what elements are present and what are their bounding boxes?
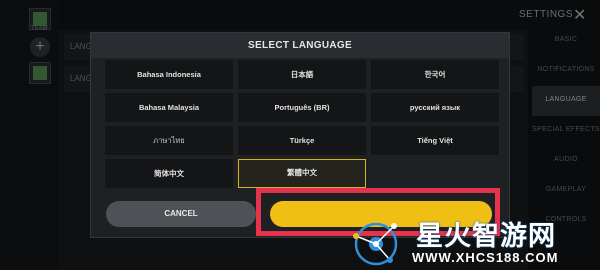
watermark-url: WWW.XHCS188.COM bbox=[412, 250, 559, 265]
language-option[interactable]: Tiếng Việt bbox=[371, 126, 499, 155]
language-option[interactable]: русский язык bbox=[371, 93, 499, 122]
language-option[interactable]: ภาษาไทย bbox=[105, 126, 233, 155]
language-option[interactable]: 简体中文 bbox=[105, 159, 233, 188]
dialog-title: SELECT LANGUAGE bbox=[91, 33, 509, 58]
language-option[interactable]: 한국어 bbox=[371, 60, 499, 89]
language-option[interactable]: Türkçe bbox=[238, 126, 366, 155]
watermark: 星火智游网 WWW.XHCS188.COM bbox=[348, 206, 600, 270]
watermark-logo-icon bbox=[353, 222, 398, 266]
language-option[interactable]: Bahasa Malaysia bbox=[105, 93, 233, 122]
watermark-text: 星火智游网 bbox=[416, 221, 556, 251]
cancel-button[interactable]: CANCEL bbox=[106, 201, 256, 227]
language-option[interactable]: Português (BR) bbox=[238, 93, 366, 122]
language-option-selected[interactable]: 繁體中文 bbox=[238, 159, 366, 188]
language-option[interactable]: Bahasa Indonesia bbox=[105, 60, 233, 89]
language-option[interactable]: 日本語 bbox=[238, 60, 366, 89]
